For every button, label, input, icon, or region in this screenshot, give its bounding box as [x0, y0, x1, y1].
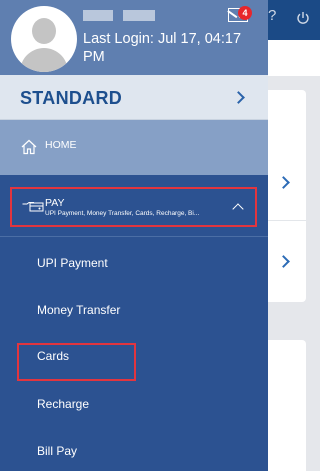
drawer-header: 4 Last Login: Jul 17, 04:17 PM — [0, 0, 268, 75]
menu-item-home[interactable]: HOME — [0, 120, 268, 175]
avatar-body — [20, 48, 68, 72]
user-name-redacted — [83, 10, 155, 21]
avatar[interactable] — [11, 6, 77, 72]
highlight-box-cards — [17, 343, 136, 381]
plan-label: STANDARD — [20, 88, 123, 108]
submenu-item-money-transfer[interactable]: Money Transfer — [37, 303, 120, 317]
app-header-strip — [268, 40, 320, 76]
submenu-item-upi-payment[interactable]: UPI Payment — [37, 256, 108, 270]
power-icon[interactable] — [296, 11, 310, 25]
menu-item-label: HOME — [45, 139, 77, 151]
submenu-item-recharge[interactable]: Recharge — [37, 397, 89, 411]
highlight-box-pay — [10, 187, 257, 227]
notification-badge: 4 — [238, 6, 252, 20]
navigation-drawer: 4 Last Login: Jul 17, 04:17 PM STANDARD … — [0, 0, 268, 471]
redacted-block — [123, 10, 155, 21]
chevron-right-icon — [232, 91, 245, 104]
redacted-block — [83, 10, 113, 21]
app-card — [268, 340, 306, 471]
avatar-head — [32, 18, 56, 44]
divider — [268, 220, 306, 221]
app-card — [268, 90, 306, 302]
submenu-item-bill-pay[interactable]: Bill Pay — [37, 444, 77, 458]
help-icon[interactable]: ? — [268, 7, 276, 24]
chevron-right-icon[interactable] — [277, 176, 290, 189]
home-icon — [21, 139, 37, 155]
plan-selector[interactable]: STANDARD — [0, 75, 268, 120]
chevron-right-icon[interactable] — [277, 255, 290, 268]
last-login-text: Last Login: Jul 17, 04:17 PM — [83, 31, 242, 65]
